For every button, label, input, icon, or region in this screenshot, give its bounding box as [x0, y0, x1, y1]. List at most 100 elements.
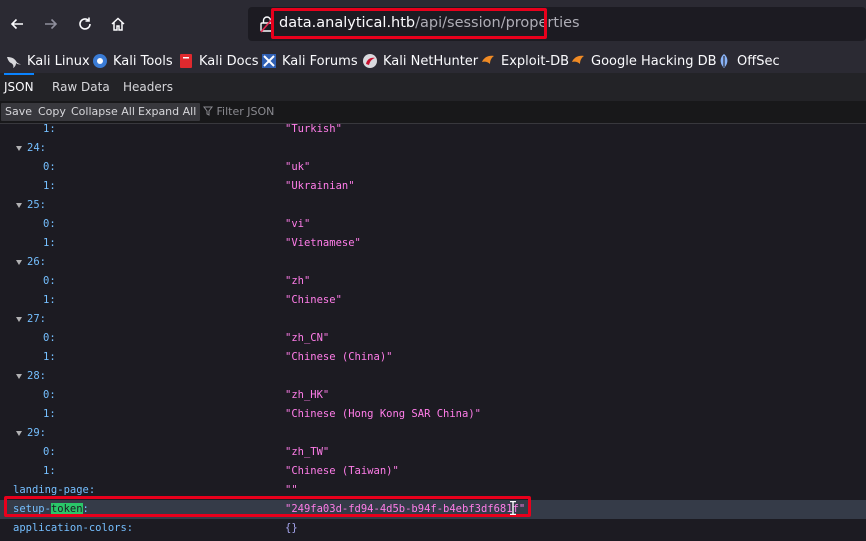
save-button[interactable]: Save: [1, 103, 37, 121]
expand-triangle-icon[interactable]: [16, 145, 22, 151]
expand-all-button[interactable]: Expand All: [134, 103, 201, 121]
json-value: "Chinese (Taiwan)": [285, 465, 399, 477]
funnel-icon: [203, 106, 213, 116]
text-cursor-icon: [510, 501, 516, 515]
json-row[interactable]: 26:: [0, 253, 866, 272]
json-row[interactable]: 0: "zh_HK": [0, 386, 866, 405]
filter-json-input[interactable]: Filter JSON: [203, 103, 274, 121]
json-row[interactable]: 0: "zh_CN": [0, 329, 866, 348]
json-value: "zh_HK": [285, 389, 330, 401]
back-button[interactable]: [5, 12, 29, 36]
json-key: 0:: [43, 389, 56, 401]
expand-triangle-icon[interactable]: [16, 430, 22, 436]
kali-nethunter-icon: [363, 54, 377, 68]
bookmark-kali-docs[interactable]: Kali Docs: [178, 51, 259, 71]
json-row[interactable]: 24:: [0, 139, 866, 158]
kali-dragon-icon: [7, 57, 21, 68]
json-row[interactable]: 29:: [0, 424, 866, 443]
json-value: "Chinese (Hong Kong SAR China)": [285, 408, 481, 420]
json-key: 0:: [43, 161, 56, 173]
json-key: 1:: [43, 351, 56, 363]
json-key: 1:: [43, 180, 56, 192]
json-key: 1:: [43, 294, 56, 306]
bookmark-label: OffSec: [737, 53, 780, 69]
kali-docs-icon: [180, 54, 192, 68]
forward-arrow-icon: [45, 18, 58, 30]
google-hacking-db-icon: [572, 55, 584, 64]
json-row[interactable]: 28:: [0, 367, 866, 386]
copy-button[interactable]: Copy: [34, 103, 70, 121]
bookmark-exploit-db[interactable]: Exploit-DB: [480, 51, 569, 71]
collapse-all-button[interactable]: Collapse All: [67, 103, 139, 121]
json-row[interactable]: 1: "Chinese": [0, 291, 866, 310]
bookmark-google-hacking-db[interactable]: Google Hacking DB: [570, 51, 717, 71]
home-button[interactable]: [106, 12, 130, 36]
expand-triangle-icon[interactable]: [16, 259, 22, 265]
bookmark-offsec[interactable]: OffSec: [716, 51, 780, 71]
json-key: 0:: [43, 332, 56, 344]
json-key: 0:: [43, 275, 56, 287]
json-key: 1:: [43, 237, 56, 249]
reload-icon: [79, 17, 91, 30]
json-viewer-tabs: JSON Raw Data Headers: [0, 73, 866, 102]
bookmarks-toolbar: Kali Linux Kali Tools Kali Docs Kali For…: [0, 48, 866, 73]
json-value: "uk": [285, 161, 311, 173]
json-value: "Ukrainian": [285, 180, 355, 192]
forward-button[interactable]: [39, 12, 63, 36]
json-key: application-colors:: [13, 522, 134, 534]
json-row[interactable]: 0: "uk": [0, 158, 866, 177]
bookmark-kali-nethunter[interactable]: Kali NetHunter: [362, 51, 478, 71]
json-row[interactable]: 1: "Chinese (Hong Kong SAR China)": [0, 405, 866, 424]
navigation-toolbar: data.analytical.htb/api/session/properti…: [0, 0, 866, 48]
json-row[interactable]: 1: "Vietnamese": [0, 234, 866, 253]
expand-triangle-icon[interactable]: [16, 202, 22, 208]
json-value: {}: [285, 522, 298, 534]
tab-raw-data[interactable]: Raw Data: [52, 73, 110, 101]
json-value: "zh_CN": [285, 332, 330, 344]
bookmark-label: Kali Tools: [113, 53, 173, 69]
bookmark-label: Kali NetHunter: [383, 53, 479, 69]
json-key: 0:: [43, 446, 56, 458]
bookmark-label: Exploit-DB: [501, 53, 570, 69]
expand-triangle-icon[interactable]: [16, 316, 22, 322]
json-key: 27:: [27, 313, 46, 325]
json-value: "Chinese": [285, 294, 342, 306]
json-row[interactable]: application-colors: {}: [0, 519, 866, 538]
json-row[interactable]: 1: "Chinese (Taiwan)": [0, 462, 866, 481]
json-row[interactable]: 1: "Chinese (China)": [0, 348, 866, 367]
bookmark-label: Kali Linux: [27, 53, 90, 69]
json-value: "zh_TW": [285, 446, 330, 458]
back-arrow-icon: [10, 18, 23, 30]
kali-tools-icon: [93, 54, 107, 68]
bookmark-label: Google Hacking DB: [591, 53, 717, 69]
home-icon: [111, 17, 125, 31]
json-value: "Chinese (China)": [285, 351, 393, 363]
json-row[interactable]: 1: "Ukrainian": [0, 177, 866, 196]
bookmark-label: Kali Forums: [282, 53, 358, 69]
reload-button[interactable]: [73, 12, 97, 36]
tab-json[interactable]: JSON: [4, 73, 34, 103]
json-row[interactable]: 1: "Turkish": [0, 120, 866, 139]
json-key: 26:: [27, 256, 46, 268]
filter-placeholder: Filter JSON: [216, 105, 275, 118]
json-row[interactable]: 27:: [0, 310, 866, 329]
exploit-db-icon: [482, 55, 494, 64]
json-key: 28:: [27, 370, 46, 382]
bookmark-kali-forums[interactable]: Kali Forums: [261, 51, 358, 71]
url-annotation-box: [271, 8, 547, 39]
json-key: 1:: [43, 465, 56, 477]
bookmark-kali-linux[interactable]: Kali Linux: [6, 51, 90, 71]
json-value: "Turkish": [285, 123, 342, 135]
json-key: 25:: [27, 199, 46, 211]
bookmark-kali-tools[interactable]: Kali Tools: [92, 51, 173, 71]
json-value: "zh": [285, 275, 311, 287]
json-value: "vi": [285, 218, 311, 230]
json-row[interactable]: 25:: [0, 196, 866, 215]
json-row[interactable]: 0: "zh_TW": [0, 443, 866, 462]
json-key: 1:: [43, 408, 56, 420]
setup-token-annotation-box: [4, 496, 531, 517]
json-row[interactable]: 0: "vi": [0, 215, 866, 234]
tab-headers[interactable]: Headers: [123, 73, 173, 101]
expand-triangle-icon[interactable]: [16, 373, 22, 379]
json-row[interactable]: 0: "zh": [0, 272, 866, 291]
